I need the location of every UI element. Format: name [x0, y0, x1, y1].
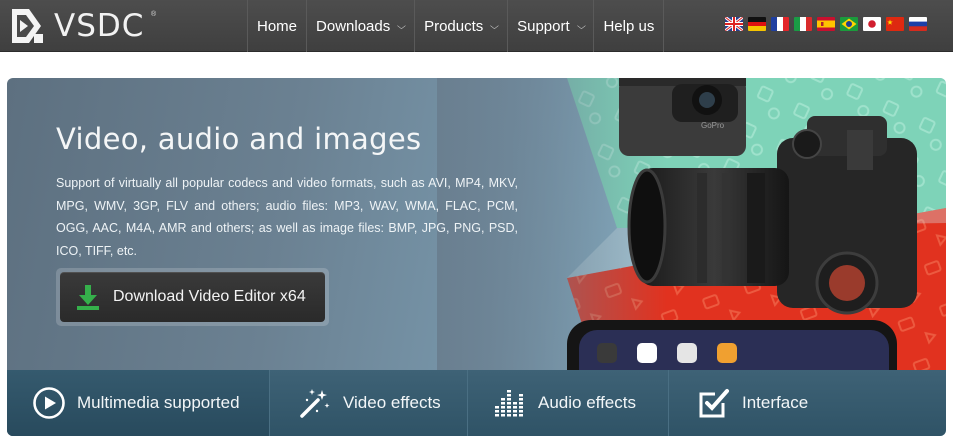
download-arrow-icon	[77, 285, 99, 310]
nav-help-us[interactable]: Help us	[593, 0, 665, 52]
chevron-down-icon: ⌵	[397, 20, 407, 31]
chevron-down-icon: ⌵	[490, 20, 500, 31]
flag-france-icon[interactable]	[771, 17, 789, 31]
flag-japan-icon[interactable]	[863, 17, 881, 31]
nav-support-label: Support	[517, 17, 570, 35]
language-selector	[725, 17, 927, 31]
registered-mark: ®	[151, 11, 157, 18]
gopro-camera-image: GoPro	[619, 78, 746, 156]
tab-multimedia-supported-label: Multimedia supported	[77, 393, 240, 412]
vsdc-logo[interactable]: VSDC ®	[8, 5, 156, 47]
feature-tabs: Multimedia supported Video effects Audio…	[7, 370, 946, 436]
nav-help-us-label: Help us	[603, 17, 655, 35]
tab-video-effects[interactable]: Video effects	[270, 370, 468, 436]
tab-audio-effects-label: Audio effects	[538, 393, 636, 412]
nav-downloads-label: Downloads	[316, 17, 391, 35]
flag-spain-icon[interactable]	[817, 17, 835, 31]
chevron-down-icon: ⌵	[576, 20, 586, 31]
play-circle-icon	[33, 387, 65, 419]
nav-products[interactable]: Products ⌵	[414, 0, 507, 52]
nav-support[interactable]: Support ⌵	[507, 0, 593, 52]
flag-brazil-icon[interactable]	[840, 17, 858, 31]
vsdc-logo-icon	[12, 9, 43, 43]
equalizer-icon	[495, 390, 523, 417]
flag-germany-icon[interactable]	[748, 17, 766, 31]
checkbox-edit-icon	[699, 389, 729, 418]
hero-banner: GoPro Video, audio and images Support of…	[7, 78, 946, 436]
tab-audio-effects[interactable]: Audio effects	[468, 370, 669, 436]
logo-text: VSDC	[54, 8, 145, 44]
nav-home-label: Home	[257, 17, 298, 35]
download-button-frame: Download Video Editor x64	[56, 268, 329, 326]
download-button-label: Download Video Editor x64	[113, 288, 306, 305]
flag-russia-icon[interactable]	[909, 17, 927, 31]
nav-downloads[interactable]: Downloads ⌵	[306, 0, 414, 52]
tab-video-effects-label: Video effects	[343, 393, 441, 412]
tab-interface[interactable]: Interface	[669, 370, 946, 436]
flag-china-icon[interactable]	[886, 17, 904, 31]
nav-products-label: Products	[424, 17, 484, 35]
magic-wand-icon	[300, 389, 330, 418]
main-menu: Home Downloads ⌵ Products ⌵ Support ⌵ He…	[247, 0, 665, 52]
svg-text:GoPro: GoPro	[701, 121, 725, 130]
tab-interface-label: Interface	[742, 393, 809, 412]
nav-home[interactable]: Home	[247, 0, 306, 52]
hero-title: Video, audio and images	[56, 122, 422, 156]
flag-italy-icon[interactable]	[794, 17, 812, 31]
hero-description: Support of virtually all popular codecs …	[56, 176, 518, 258]
top-navigation-bar: VSDC ® Home Downloads ⌵ Products ⌵ Suppo…	[0, 0, 953, 52]
flag-uk-icon[interactable]	[725, 17, 743, 31]
tab-multimedia-supported[interactable]: Multimedia supported	[7, 370, 270, 436]
download-video-editor-button[interactable]: Download Video Editor x64	[60, 272, 325, 322]
